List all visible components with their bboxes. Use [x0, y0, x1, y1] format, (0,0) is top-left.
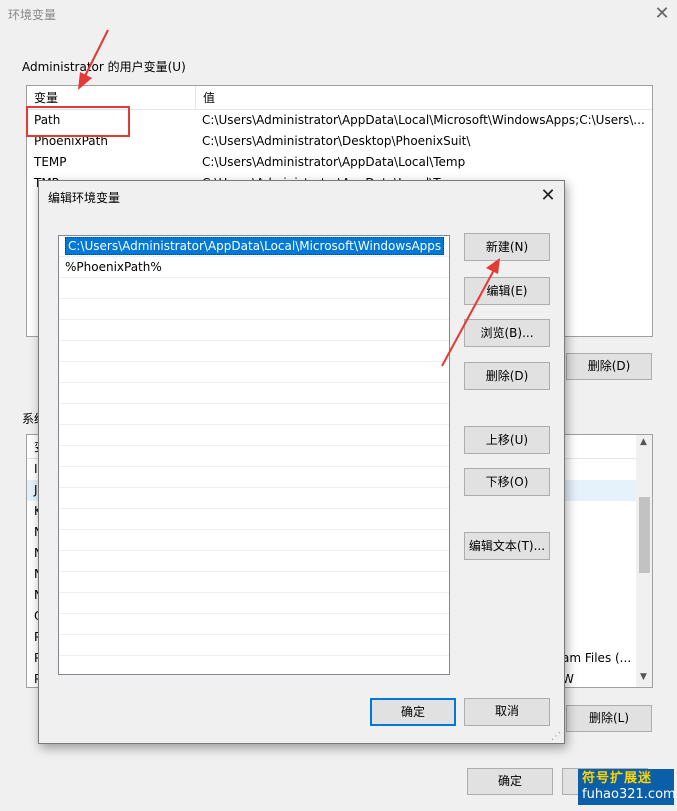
- watermark-title: 符号扩展迷: [582, 771, 653, 786]
- watermark-url: fuhao321.com: [582, 787, 676, 802]
- site-watermark: 符号扩展迷 fuhao321.com: [578, 769, 676, 805]
- annotation-arrows: [78, 29, 500, 367]
- arrow-to-new-button-icon: [441, 258, 500, 367]
- arrow-to-path-icon: [78, 29, 109, 90]
